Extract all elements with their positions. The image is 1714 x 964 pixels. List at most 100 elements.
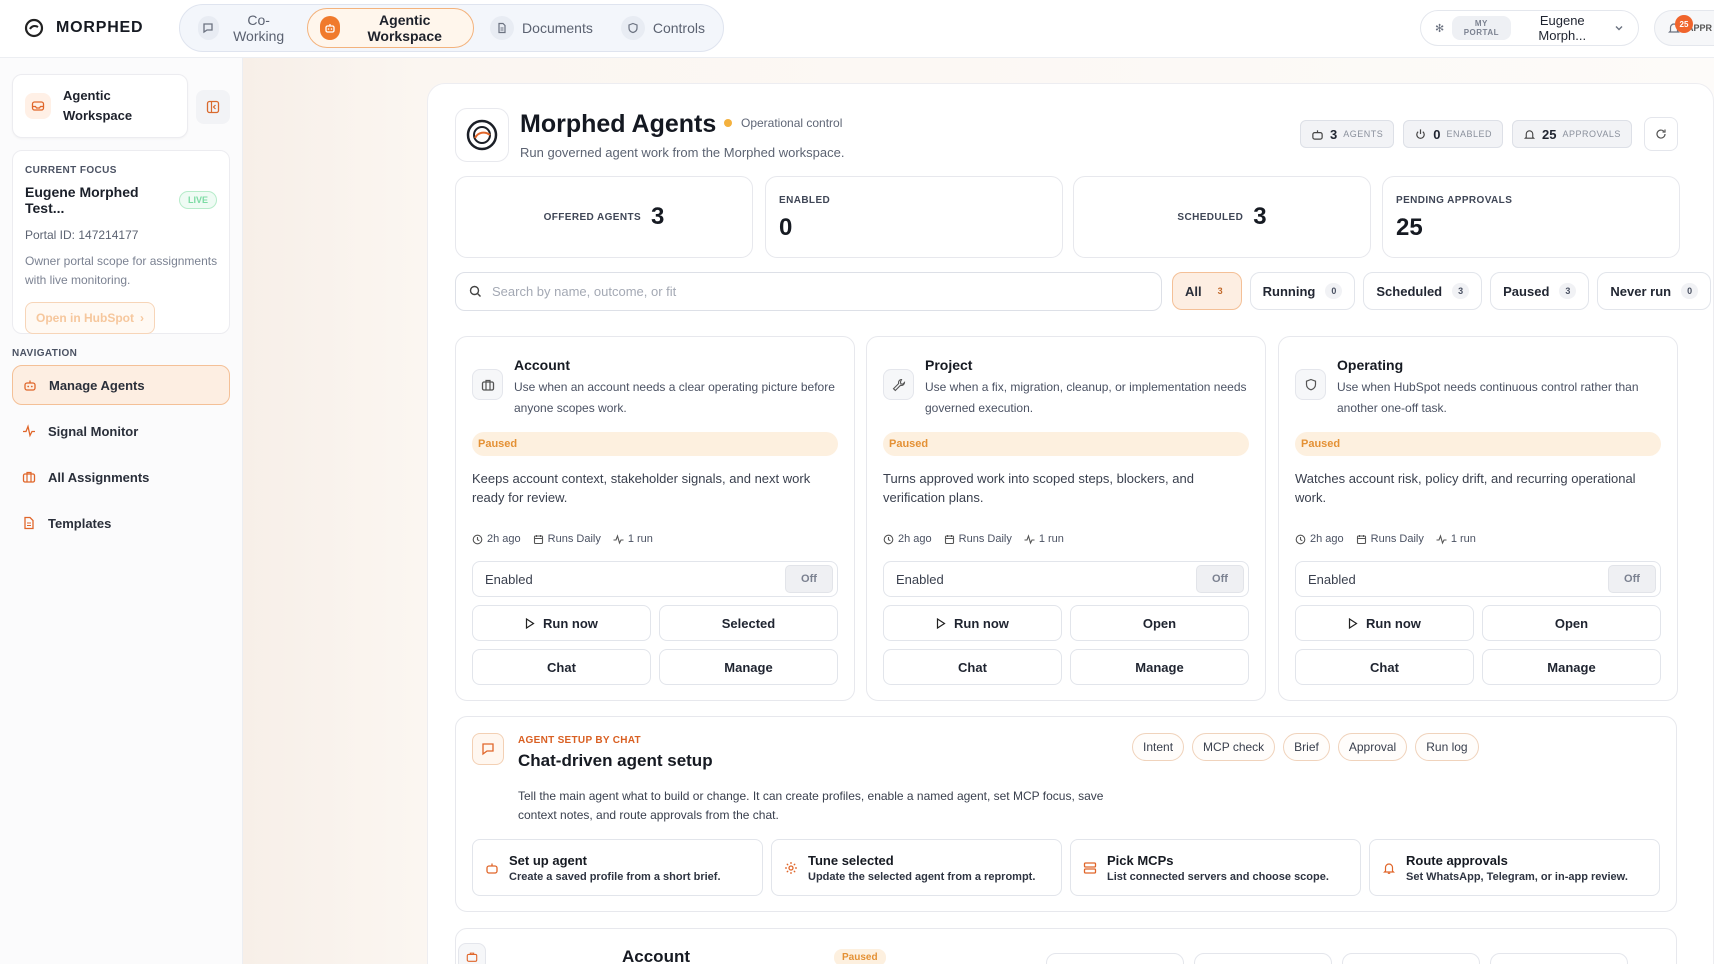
stat-value: 3: [1253, 203, 1267, 230]
run-now-button[interactable]: Run now: [472, 605, 651, 641]
step-tag: Run log: [1415, 733, 1479, 761]
chip-value: 0: [1433, 126, 1441, 142]
server-icon: [1083, 861, 1097, 875]
robot-icon: [485, 861, 499, 875]
search-input[interactable]: [492, 284, 1092, 299]
manage-button[interactable]: Manage: [659, 649, 838, 685]
stat-label: PENDING APPROVALS: [1396, 195, 1513, 206]
set-up-agent-button[interactable]: Set up agent Create a saved profile from…: [472, 839, 763, 896]
toggle-state[interactable]: Off: [785, 565, 833, 593]
status-badge: Paused: [1295, 432, 1661, 456]
open-button[interactable]: Open: [1070, 605, 1249, 641]
bell-icon: [1382, 861, 1396, 875]
status-badge: Paused: [834, 949, 886, 964]
brand[interactable]: MORPHED: [24, 18, 143, 38]
sidebar-item-manage-agents[interactable]: Manage Agents: [12, 365, 230, 405]
main-nav-tabs: Co-Working Agentic Workspace Documents C…: [179, 4, 724, 52]
chat-button[interactable]: Chat: [1295, 649, 1474, 685]
agents-count-chip[interactable]: 3 AGENTS: [1300, 120, 1395, 148]
brand-name: MORPHED: [56, 19, 144, 36]
tune-selected-button[interactable]: Tune selected Update the selected agent …: [771, 839, 1062, 896]
step-tag: Intent: [1132, 733, 1185, 761]
filter-paused[interactable]: Paused 3: [1490, 272, 1590, 310]
agent-title: Operating: [1337, 357, 1404, 373]
approvals-button[interactable]: 25 APPR: [1654, 10, 1714, 46]
action-title: Route approvals: [1406, 852, 1508, 868]
portal-selector[interactable]: ✻ MY PORTAL Eugene Morph...: [1420, 10, 1639, 46]
navigation-caption: NAVIGATION: [12, 348, 78, 359]
manage-button[interactable]: Manage: [1482, 649, 1661, 685]
agent-detail-peek: Account Paused: [455, 928, 1677, 964]
toggle-state[interactable]: Off: [1608, 565, 1656, 593]
clock-icon: [883, 534, 894, 544]
filter-count: 3: [1452, 283, 1470, 299]
tab-label: Co-Working: [233, 12, 285, 44]
agent-title: Account: [514, 357, 570, 373]
live-badge: LIVE: [178, 191, 217, 209]
tab-controls[interactable]: Controls: [609, 8, 717, 48]
sidebar-item-signal-monitor[interactable]: Signal Monitor: [12, 411, 230, 451]
status-text: Operational control: [741, 116, 843, 130]
refresh-button[interactable]: [1644, 117, 1678, 151]
asterisk-icon: ✻: [1435, 22, 1445, 35]
agent-description: Use when an account needs a clear operat…: [514, 380, 835, 415]
tab-label: Documents: [522, 20, 593, 36]
filter-all[interactable]: All 3: [1172, 272, 1242, 310]
tab-co-working[interactable]: Co-Working: [186, 8, 303, 48]
run-now-button[interactable]: Run now: [1295, 605, 1474, 641]
sidebar-item-all-assignments[interactable]: All Assignments: [12, 457, 230, 497]
tab-documents[interactable]: Documents: [478, 8, 605, 48]
enabled-toggle[interactable]: Enabled Off: [1295, 561, 1661, 597]
collapse-sidebar-button[interactable]: [196, 90, 230, 124]
route-approvals-button[interactable]: Route approvals Set WhatsApp, Telegram, …: [1369, 839, 1660, 896]
chat-button[interactable]: Chat: [472, 649, 651, 685]
briefcase-icon: [22, 470, 36, 484]
button-label: Run now: [954, 615, 1009, 631]
open-in-hubspot-button[interactable]: Open in HubSpot ›: [25, 302, 155, 334]
chat-button[interactable]: Chat: [883, 649, 1062, 685]
detail-chip[interactable]: [1194, 953, 1332, 964]
pulse-icon: [1436, 533, 1447, 545]
stat-value: 3: [651, 203, 665, 230]
status-badge: Paused: [883, 432, 1249, 456]
enabled-toggle[interactable]: Enabled Off: [883, 561, 1249, 597]
agent-summary: Turns approved work into scoped steps, b…: [883, 471, 1194, 505]
enabled-count-chip[interactable]: 0 ENABLED: [1403, 120, 1504, 148]
status-badge: Paused: [472, 432, 838, 456]
shield-icon: [620, 16, 645, 40]
enabled-toggle[interactable]: Enabled Off: [472, 561, 838, 597]
wrench-icon: [883, 369, 914, 400]
filter-running[interactable]: Running 0: [1249, 272, 1356, 310]
detail-title: Account: [622, 947, 690, 964]
stat-pending-approvals: PENDING APPROVALS 25: [1382, 176, 1680, 258]
pulse-icon: [22, 424, 36, 438]
detail-chip[interactable]: [1046, 953, 1184, 964]
setup-description: Tell the main agent what to build or cha…: [518, 789, 1104, 822]
approvals-count-chip[interactable]: 25 APPROVALS: [1512, 120, 1632, 148]
action-desc: Update the selected agent from a repromp…: [808, 870, 1036, 883]
detail-chip[interactable]: [1342, 953, 1480, 964]
sidebar-item-templates[interactable]: Templates: [12, 503, 230, 543]
filter-never-run[interactable]: Never run 0: [1597, 272, 1712, 310]
morphed-logo-icon: [24, 18, 44, 38]
selected-button[interactable]: Selected: [659, 605, 838, 641]
button-label: Manage: [1135, 659, 1184, 675]
tab-label: Agentic Workspace: [367, 12, 442, 44]
calendar-icon: [1356, 534, 1366, 544]
open-button[interactable]: Open: [1482, 605, 1661, 641]
toggle-state[interactable]: Off: [1196, 565, 1244, 593]
chevron-right-icon: ›: [140, 311, 144, 325]
filter-scheduled[interactable]: Scheduled 3: [1363, 272, 1483, 310]
pick-mcps-button[interactable]: Pick MCPs List connected servers and cho…: [1070, 839, 1361, 896]
agent-meta: 2h ago Runs Daily 1 run: [472, 533, 653, 545]
button-label: Manage: [1547, 659, 1596, 675]
detail-chip[interactable]: [1490, 953, 1628, 964]
agent-setup-by-chat: AGENT SETUP BY CHAT Chat-driven agent se…: [455, 716, 1677, 912]
tab-agentic-workspace[interactable]: Agentic Workspace: [306, 8, 475, 48]
run-now-button[interactable]: Run now: [883, 605, 1062, 641]
stat-value: 25: [1396, 214, 1423, 241]
workspace-card[interactable]: Agentic Workspace: [12, 74, 188, 138]
clock-icon: [1295, 534, 1306, 544]
manage-button[interactable]: Manage: [1070, 649, 1249, 685]
filter-count: 3: [1217, 286, 1223, 296]
